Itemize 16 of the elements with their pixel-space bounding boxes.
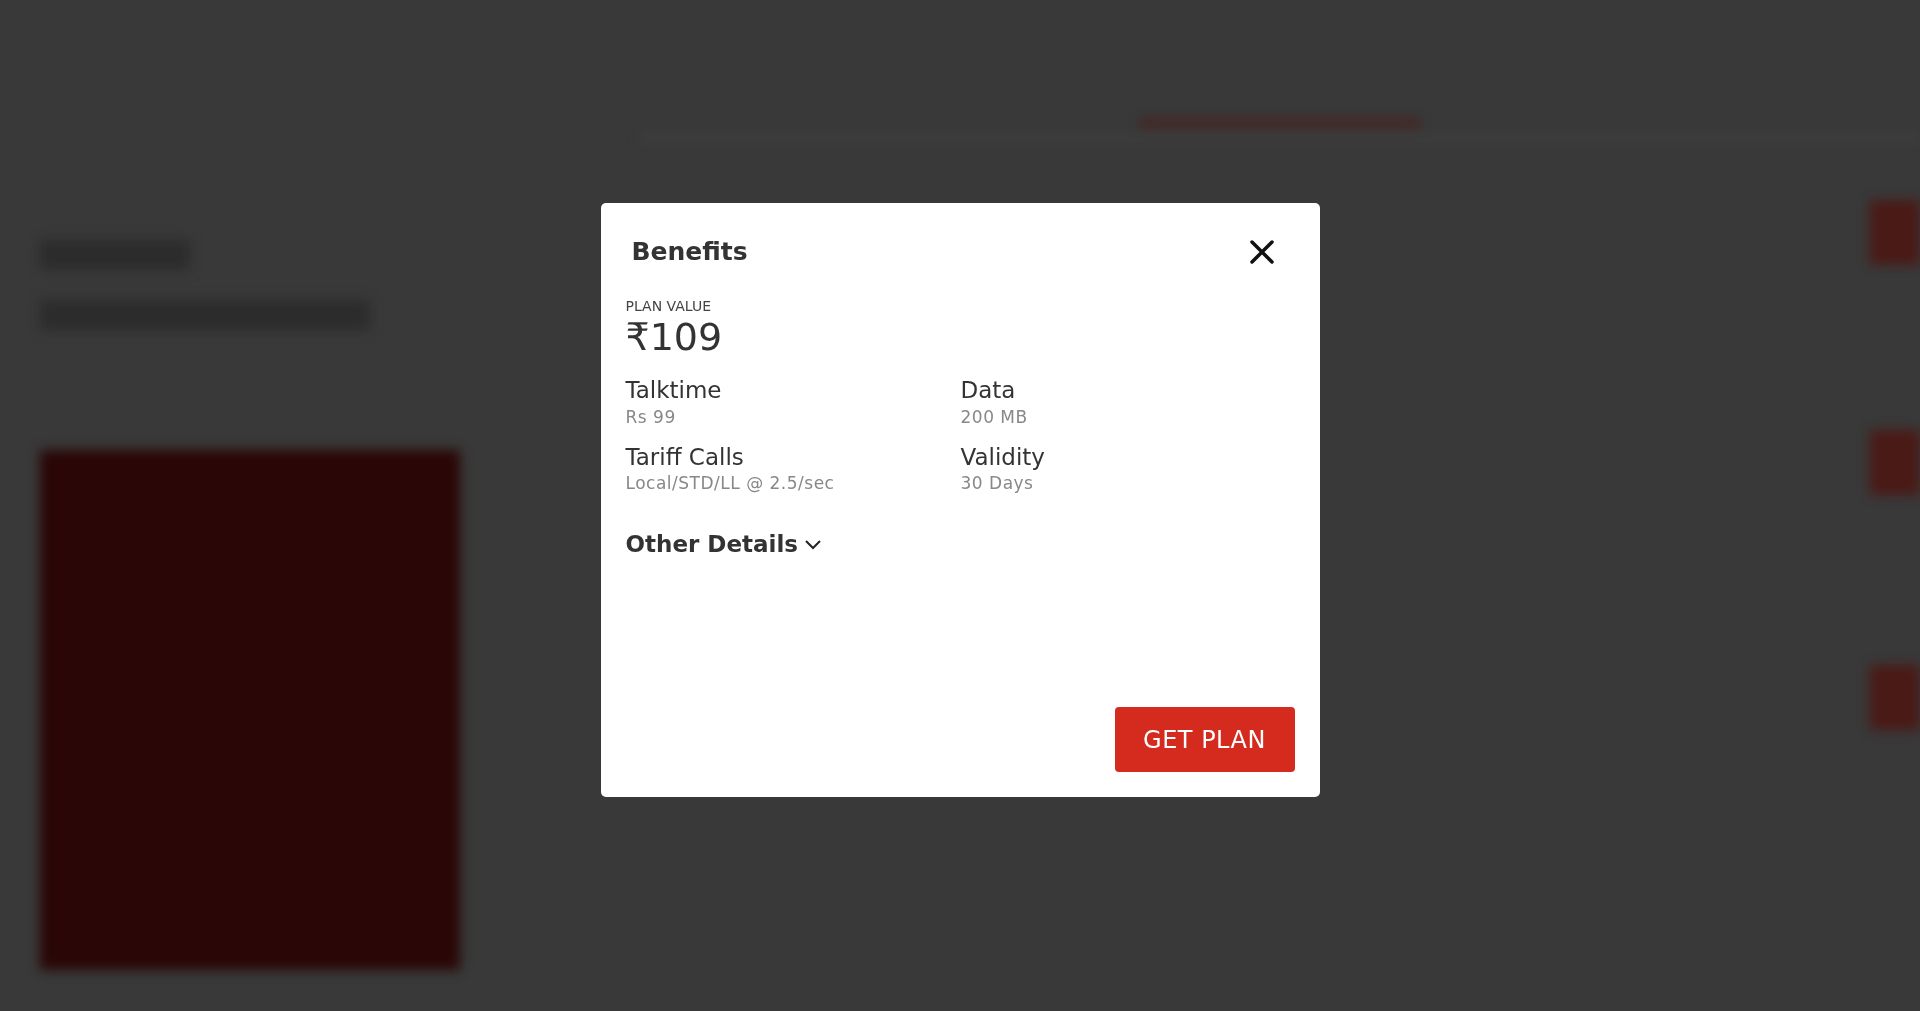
benefit-label: Data xyxy=(960,376,1017,406)
benefit-label: Talktime xyxy=(625,376,723,406)
benefit-value: Local/STD/LL @ 2.5/sec xyxy=(625,472,836,496)
benefit-value: 30 Days xyxy=(960,472,1035,496)
other-details-toggle[interactable]: Other Details xyxy=(625,526,823,562)
benefit-value: Rs 99 xyxy=(625,406,677,430)
close-button[interactable] xyxy=(1248,238,1275,265)
benefit-value: 200 MB xyxy=(960,406,1029,430)
plan-value-label: PLAN VALUE xyxy=(625,296,713,316)
benefit-label: Validity xyxy=(960,442,1046,472)
plan-value: ₹109 xyxy=(625,316,724,359)
dialog-title: Benefits xyxy=(631,236,748,268)
get-plan-button[interactable]: GET PLAN xyxy=(1114,707,1295,772)
chevron-icon xyxy=(804,537,823,552)
close-icon xyxy=(1248,238,1275,265)
benefit-label: Tariff Calls xyxy=(625,442,745,472)
